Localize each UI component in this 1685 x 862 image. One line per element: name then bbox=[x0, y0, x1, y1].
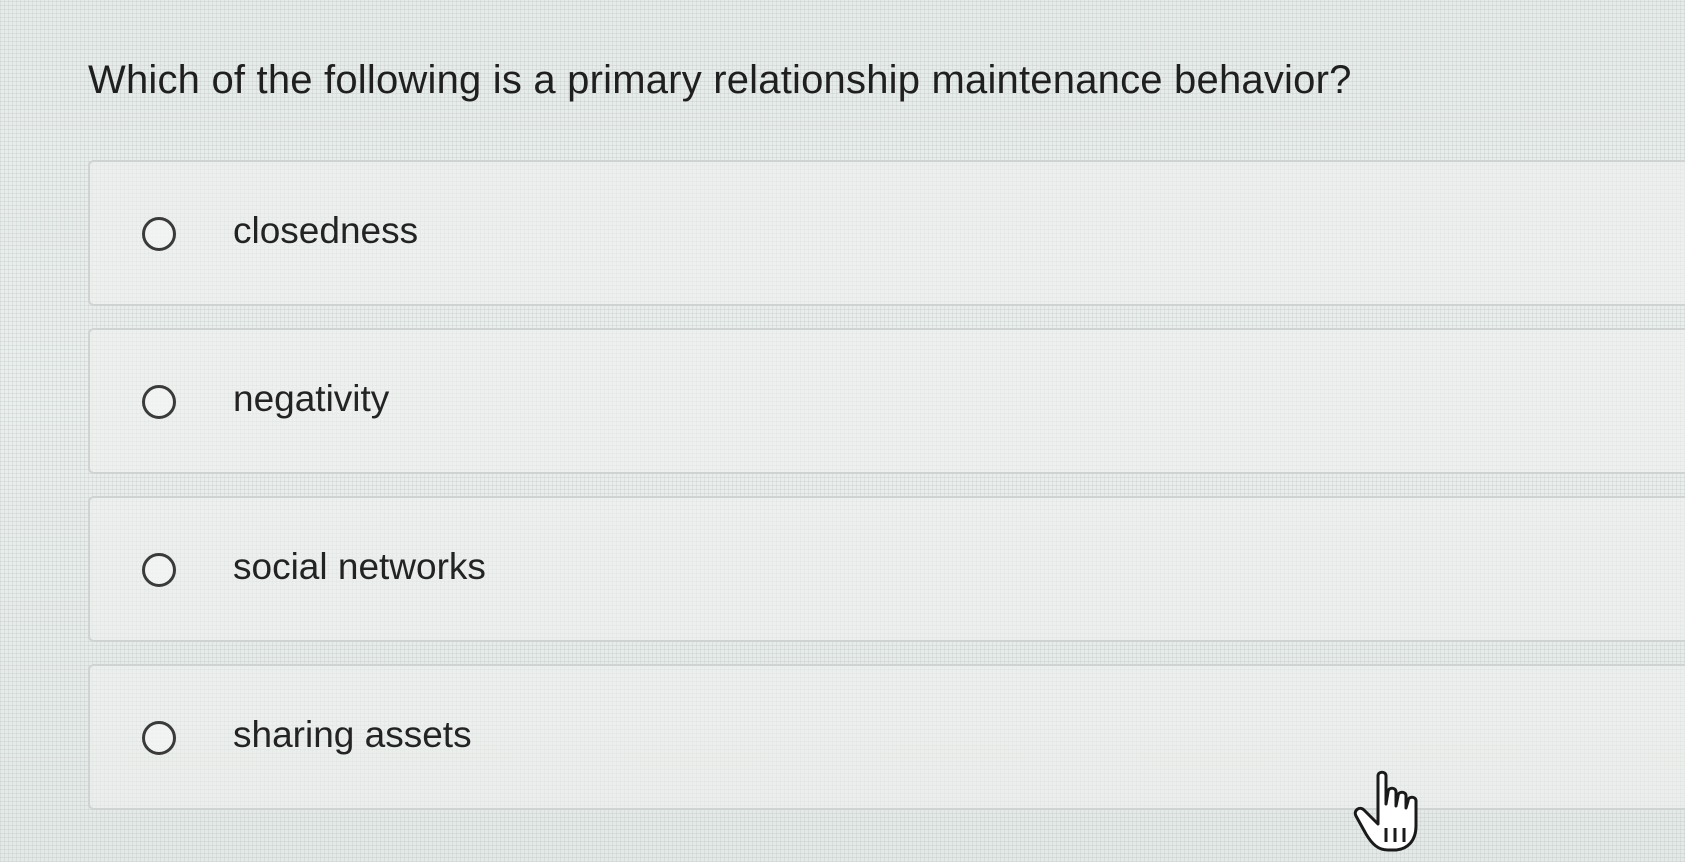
answer-options: closedness negativity social networks sh… bbox=[88, 160, 1685, 832]
option-negativity[interactable]: negativity bbox=[88, 328, 1685, 474]
radio-unchecked-icon[interactable] bbox=[142, 217, 176, 251]
option-closedness[interactable]: closedness bbox=[88, 160, 1685, 306]
option-label: sharing assets bbox=[233, 713, 472, 755]
option-label: negativity bbox=[233, 377, 390, 419]
radio-unchecked-icon[interactable] bbox=[142, 721, 176, 755]
option-label: closedness bbox=[233, 209, 419, 251]
question-text: Which of the following is a primary rela… bbox=[88, 58, 1352, 102]
option-label: social networks bbox=[233, 545, 486, 587]
hand-pointer-cursor-icon bbox=[1353, 770, 1418, 852]
option-social-networks[interactable]: social networks bbox=[88, 496, 1685, 642]
radio-unchecked-icon[interactable] bbox=[142, 385, 176, 419]
radio-unchecked-icon[interactable] bbox=[142, 553, 176, 587]
option-sharing-assets[interactable]: sharing assets bbox=[88, 664, 1685, 810]
